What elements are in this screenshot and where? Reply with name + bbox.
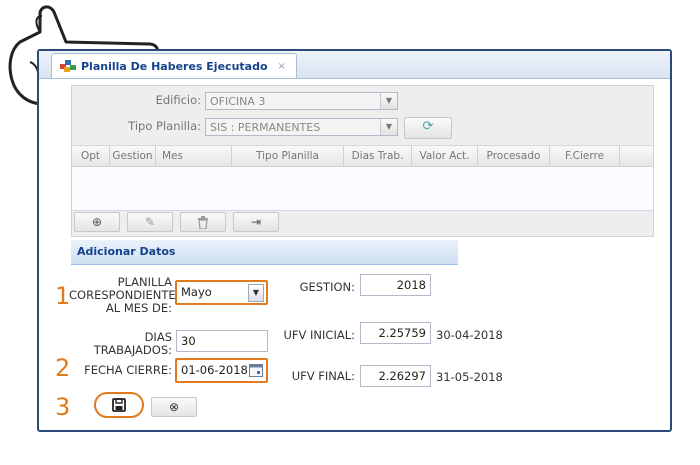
ufv-final-date: 31-05-2018 <box>436 370 503 384</box>
calendar-icon[interactable] <box>249 363 263 377</box>
planilla-label: PLANILLA CORESPONDIENTE AL MES DE: <box>69 276 176 315</box>
cancel-button[interactable]: ⊗ <box>151 397 197 417</box>
fecha-cierre-label: FECHA CIERRE: <box>84 363 172 377</box>
filter-panel: Edificio: OFICINA 3 ▼ Tipo Planilla: SIS… <box>71 85 654 237</box>
column-header[interactable]: Tipo Planilla <box>232 146 344 166</box>
data-grid: Opt Gestion Mes Tipo Planilla Dias Trab.… <box>72 145 653 211</box>
tab-close-icon[interactable]: × <box>278 61 286 72</box>
app-icon <box>60 60 76 72</box>
column-header[interactable]: Procesado <box>478 146 550 166</box>
section-header: Adicionar Datos <box>71 240 458 265</box>
trash-icon <box>198 216 208 230</box>
section-title: Adicionar Datos <box>77 245 176 258</box>
tab-bar: Planilla De Haberes Ejecutado × <box>39 51 670 79</box>
column-header[interactable]: Dias Trab. <box>344 146 412 166</box>
chevron-down-icon[interactable]: ▼ <box>380 93 397 109</box>
ufv-inicial-date: 30-04-2018 <box>436 328 503 342</box>
column-header[interactable]: Gestion <box>110 146 156 166</box>
refresh-button[interactable]: ⟳ <box>404 117 452 139</box>
fecha-cierre-field[interactable]: 01-06-2018 <box>175 358 268 383</box>
save-button[interactable] <box>94 392 144 418</box>
tab-title: Planilla De Haberes Ejecutado <box>81 59 268 73</box>
column-header[interactable]: Opt <box>72 146 110 166</box>
gestion-label: GESTION: <box>299 280 355 294</box>
edificio-select[interactable]: OFICINA 3 ▼ <box>205 92 398 110</box>
step-number: 1 <box>55 282 71 310</box>
edit-button[interactable]: ✎ <box>127 212 173 232</box>
tipo-planilla-label: Tipo Planilla: <box>128 119 201 133</box>
ufv-final-field[interactable]: 2.26297 <box>360 365 431 387</box>
delete-button[interactable] <box>180 212 226 232</box>
edificio-label: Edificio: <box>155 93 201 107</box>
fecha-cierre-value: 01-06-2018 <box>181 363 248 377</box>
label-line: TRABAJADOS: <box>93 343 172 357</box>
chevron-down-icon[interactable]: ▼ <box>380 119 397 135</box>
column-header[interactable]: Mes <box>156 146 232 166</box>
add-button[interactable]: ⊕ <box>74 212 120 232</box>
exit-button[interactable]: ⇥ <box>233 212 279 232</box>
tab-planilla[interactable]: Planilla De Haberes Ejecutado × <box>51 53 297 78</box>
label-line: AL MES DE: <box>105 301 172 315</box>
ufv-final-label: UFV FINAL: <box>291 369 355 383</box>
save-icon <box>112 398 126 412</box>
edit-icon: ✎ <box>144 215 156 229</box>
step-number: 3 <box>55 393 71 421</box>
mes-value: Mayo <box>181 285 212 299</box>
column-header[interactable]: Valor Act. <box>412 146 478 166</box>
main-window: Planilla De Haberes Ejecutado × Edificio… <box>37 49 672 432</box>
add-icon: ⊕ <box>91 215 103 229</box>
ufv-inicial-field[interactable]: 2.25759 <box>360 322 431 344</box>
grid-header: Opt Gestion Mes Tipo Planilla Dias Trab.… <box>72 146 653 167</box>
exit-icon: ⇥ <box>250 215 262 229</box>
column-header[interactable]: F.Cierre <box>550 146 620 166</box>
cancel-icon: ⊗ <box>168 400 180 414</box>
gestion-field[interactable]: 2018 <box>360 274 431 296</box>
ufv-inicial-label: UFV INICIAL: <box>283 328 355 342</box>
dias-field[interactable]: 30 <box>176 330 268 352</box>
edificio-value: OFICINA 3 <box>210 94 266 108</box>
tipo-planilla-value: SIS : PERMANENTES <box>210 120 321 134</box>
mes-select[interactable]: Mayo ▼ <box>175 280 268 305</box>
chevron-down-icon[interactable]: ▼ <box>248 284 264 302</box>
refresh-icon: ⟳ <box>422 119 434 134</box>
tipo-planilla-select[interactable]: SIS : PERMANENTES ▼ <box>205 118 398 136</box>
dias-label: DIAS TRABAJADOS: <box>69 331 172 357</box>
step-number: 2 <box>55 354 71 382</box>
